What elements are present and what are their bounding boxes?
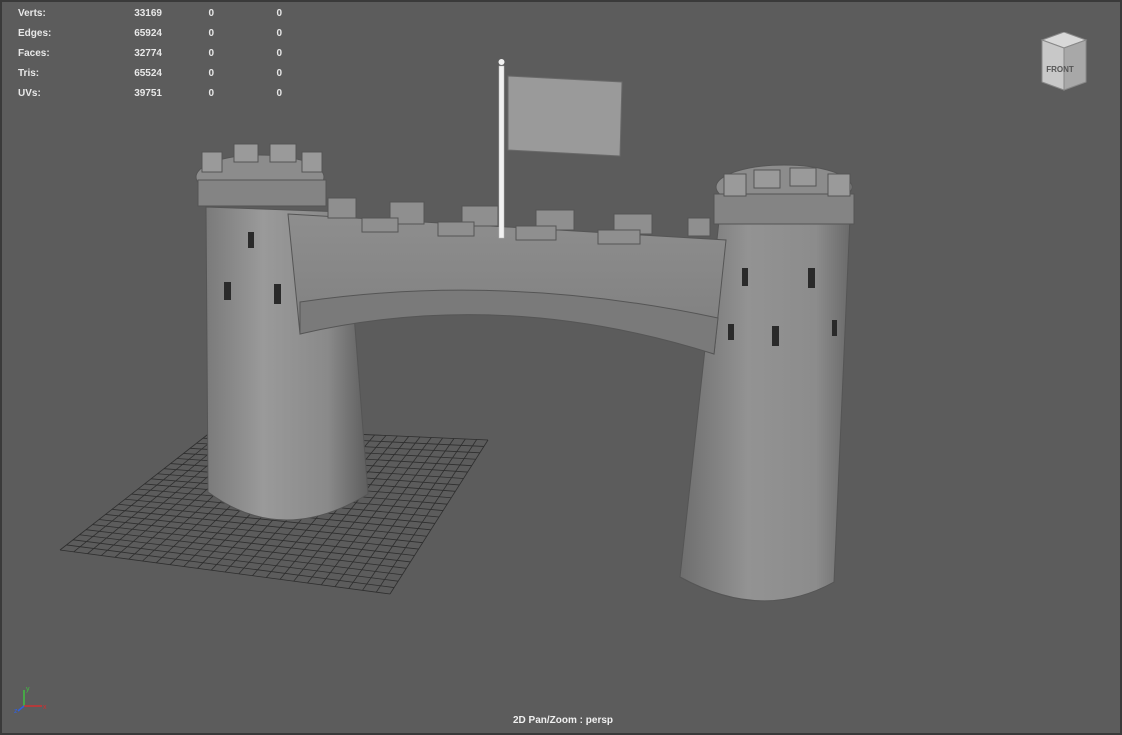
view-cube-front-label: FRONT bbox=[1046, 65, 1074, 74]
viewport-persp[interactable]: Verts: 33169 0 0 Edges: 65924 0 0 Faces:… bbox=[0, 0, 1122, 735]
axis-y-label: y bbox=[26, 686, 30, 693]
scene-castle-model[interactable] bbox=[2, 2, 1120, 733]
camera-label: 2D Pan/Zoom : persp bbox=[512, 715, 613, 726]
axis-z-label: z bbox=[14, 708, 18, 714]
view-cube[interactable]: FRONT bbox=[1036, 32, 1090, 92]
axis-indicator: y x z bbox=[14, 686, 47, 714]
axis-x-label: x bbox=[43, 704, 47, 711]
